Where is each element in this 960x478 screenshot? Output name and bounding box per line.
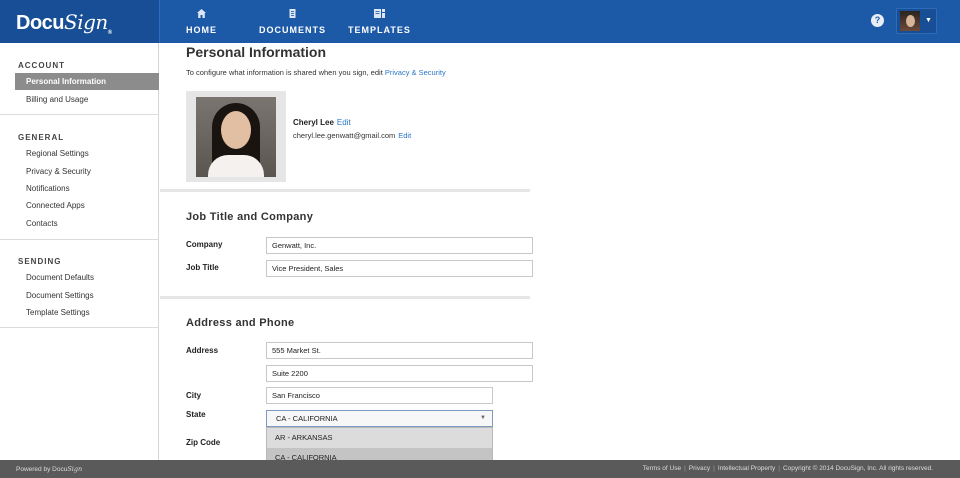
- privacy-link[interactable]: Privacy: [689, 465, 710, 472]
- edit-name-link[interactable]: Edit: [337, 118, 351, 127]
- settings-sidebar: ACCOUNT Personal Information Billing and…: [0, 43, 159, 460]
- state-select[interactable]: CA - CALIFORNIA ▼: [266, 410, 493, 427]
- logo-area: DocuSign®: [0, 0, 160, 43]
- sidebar-item-contacts[interactable]: Contacts: [15, 215, 159, 232]
- company-label: Company: [186, 240, 223, 249]
- sidebar-heading-account: ACCOUNT: [18, 61, 65, 70]
- templates-icon: [373, 8, 386, 22]
- copyright-text: Copyright © 2014 DocuSign, Inc. All righ…: [782, 465, 933, 472]
- logo-text-prefix: Docu: [16, 12, 65, 34]
- sidebar-divider: [0, 239, 159, 240]
- state-option[interactable]: AR - ARKANSAS: [267, 428, 492, 448]
- intellectual-property-link[interactable]: Intellectual Property: [718, 465, 775, 472]
- profile-name-text: Cheryl Lee: [293, 118, 334, 127]
- powered-by-logo-prefix: Docu: [52, 466, 68, 473]
- terms-of-use-link[interactable]: Terms of Use: [643, 465, 681, 472]
- logo-text-suffix: Sign: [64, 10, 108, 34]
- chevron-down-icon: ▼: [480, 415, 486, 421]
- sidebar-item-billing-and-usage[interactable]: Billing and Usage: [15, 91, 159, 108]
- powered-by-logo-suffix: Sign: [67, 465, 83, 473]
- intro-text-body: To configure what information is shared …: [186, 68, 385, 77]
- state-dropdown-list: AR - ARKANSAS CA - CALIFORNIA: [266, 427, 493, 460]
- chevron-down-icon: ▼: [925, 17, 932, 24]
- home-icon: [196, 8, 207, 22]
- profile-name: Cheryl Lee Edit: [293, 118, 351, 127]
- privacy-security-link[interactable]: Privacy & Security: [385, 68, 446, 77]
- help-icon[interactable]: ?: [871, 14, 884, 27]
- sidebar-divider: [0, 114, 159, 115]
- sidebar-item-personal-information[interactable]: Personal Information: [15, 73, 159, 90]
- docusign-logo[interactable]: DocuSign®: [16, 10, 112, 36]
- sidebar-item-document-defaults[interactable]: Document Defaults: [15, 269, 159, 286]
- nav-documents[interactable]: DOCUMENTS: [259, 0, 326, 43]
- state-select-value: CA - CALIFORNIA: [276, 414, 338, 423]
- nav-home[interactable]: HOME: [186, 0, 217, 43]
- address-line1-field[interactable]: 555 Market St.: [266, 342, 533, 359]
- nav-documents-label: DOCUMENTS: [259, 25, 326, 35]
- sidebar-divider: [0, 327, 159, 328]
- nav-templates-label: TEMPLATES: [348, 25, 411, 35]
- sidebar-item-notifications[interactable]: Notifications: [15, 180, 159, 197]
- main-content: Personal Information To configure what i…: [160, 43, 960, 460]
- page-title: Personal Information: [186, 44, 327, 60]
- address-label: Address: [186, 346, 219, 355]
- state-label: State: [186, 410, 206, 419]
- edit-email-link[interactable]: Edit: [398, 131, 411, 140]
- footer-links: Terms of Use | Privacy | Intellectual Proper…: [642, 465, 933, 472]
- job-section-heading: Job Title and Company: [186, 211, 314, 223]
- powered-by-text: Powered by: [16, 466, 51, 473]
- profile-photo: [196, 97, 276, 177]
- job-title-field[interactable]: Vice President, Sales: [266, 260, 533, 277]
- sidebar-item-privacy-security[interactable]: Privacy & Security: [15, 163, 159, 180]
- sidebar-item-template-settings[interactable]: Template Settings: [15, 304, 159, 321]
- profile-photo-frame[interactable]: [186, 91, 286, 182]
- footer: Powered by DocuSign Terms of Use | Privacy…: [0, 460, 960, 478]
- sidebar-heading-sending: SENDING: [18, 257, 62, 266]
- address-line2-field[interactable]: Suite 2200: [266, 365, 533, 382]
- sidebar-heading-general: GENERAL: [18, 133, 65, 142]
- city-field[interactable]: San Francisco: [266, 387, 493, 404]
- state-option[interactable]: CA - CALIFORNIA: [267, 448, 492, 460]
- sidebar-item-connected-apps[interactable]: Connected Apps: [15, 197, 159, 214]
- company-field[interactable]: Genwatt, Inc.: [266, 237, 533, 254]
- intro-text: To configure what information is shared …: [186, 68, 446, 77]
- logo-registered-mark: ®: [107, 30, 112, 36]
- zip-code-label: Zip Code: [186, 438, 221, 447]
- city-label: City: [186, 391, 202, 400]
- documents-icon: [287, 8, 298, 22]
- profile-email-text: cheryl.lee.genwatt@gmail.com: [293, 131, 396, 140]
- user-menu-button[interactable]: ▼: [896, 8, 937, 34]
- sidebar-item-regional-settings[interactable]: Regional Settings: [15, 145, 159, 162]
- nav-home-label: HOME: [186, 25, 217, 35]
- avatar: [900, 11, 920, 31]
- section-divider: [160, 189, 530, 192]
- powered-by: Powered by DocuSign: [16, 465, 82, 473]
- nav-templates[interactable]: TEMPLATES: [348, 0, 411, 43]
- sidebar-item-document-settings[interactable]: Document Settings: [15, 287, 159, 304]
- job-title-label: Job Title: [186, 263, 219, 272]
- top-navigation-bar: DocuSign® HOME DOCUMENTS TEMPLATES ? ▼: [0, 0, 960, 43]
- section-divider: [160, 296, 530, 299]
- address-section-heading: Address and Phone: [186, 317, 295, 329]
- profile-email: cheryl.lee.genwatt@gmail.com Edit: [293, 131, 411, 140]
